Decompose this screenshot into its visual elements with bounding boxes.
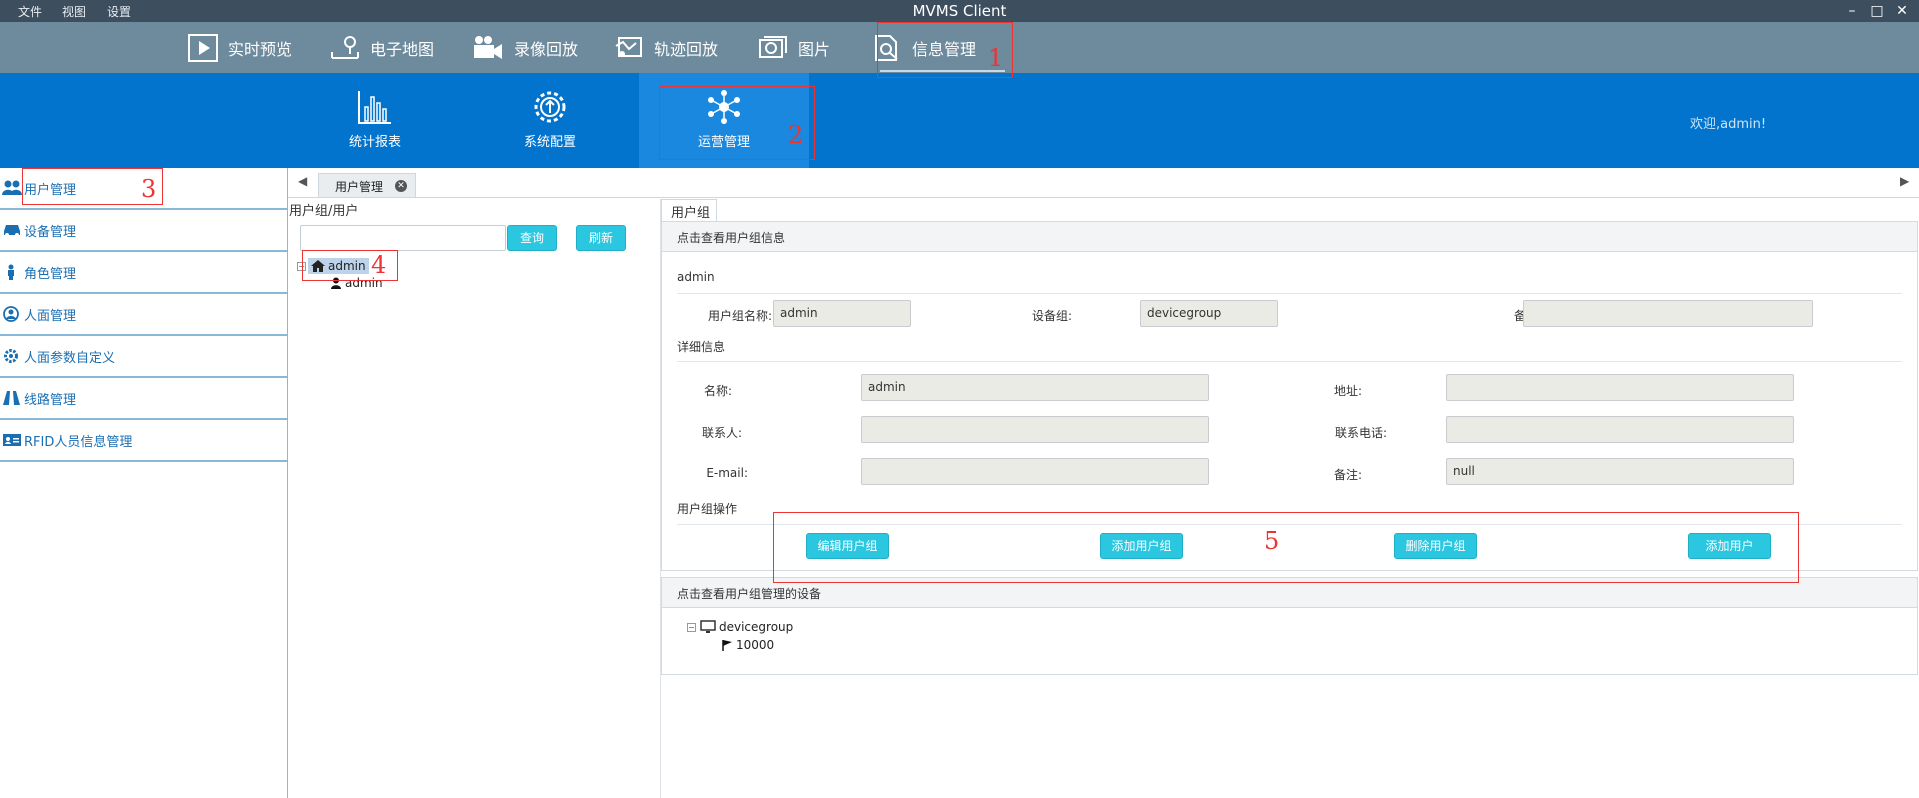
tab-label: 用户管理	[335, 180, 384, 194]
users-icon	[2, 180, 22, 195]
subnav-label: 系统配置	[523, 135, 576, 150]
divider	[677, 293, 1902, 294]
car-icon	[4, 225, 20, 237]
nav-label: 轨迹回放	[654, 40, 719, 59]
sidebar-item-label: RFID人员信息管理	[24, 434, 133, 450]
user-circle-icon	[3, 306, 19, 322]
id-card-icon	[3, 434, 21, 446]
tree-panel-title: 用户组/用户	[289, 204, 359, 219]
tab-user-group[interactable]: 用户组	[661, 199, 717, 221]
person-icon	[8, 264, 14, 280]
play-icon	[188, 34, 218, 62]
group-name-label: 用户组名称:	[707, 309, 772, 323]
tab-scroll-left-icon[interactable]: ◀	[298, 174, 307, 188]
group-name-heading: admin	[677, 270, 715, 284]
address-label: 地址:	[1333, 384, 1362, 398]
road-icon	[3, 391, 20, 405]
remark-field[interactable]	[1523, 300, 1813, 327]
search-input[interactable]	[300, 225, 506, 251]
phone-field[interactable]	[1446, 416, 1794, 443]
sidebar-item-route-management[interactable]: 线路管理	[0, 378, 288, 420]
nav-label: 实时预览	[228, 40, 293, 59]
remark2-label: 备注:	[1333, 468, 1362, 482]
divider	[677, 361, 1902, 362]
contact-label: 联系人:	[701, 426, 742, 440]
content-area: 用户组 点击查看用户组信息 admin 用户组名称: admin 设备组: de…	[661, 199, 1919, 798]
device-tree-group[interactable]: − devicegroup	[687, 620, 793, 634]
nav-track-playback[interactable]: 轨迹回放	[614, 32, 718, 64]
remark2-field[interactable]: null	[1446, 458, 1794, 485]
gear-icon	[4, 349, 18, 363]
sidebar-item-label: 线路管理	[24, 392, 77, 408]
nav-live-preview[interactable]: 实时预览	[188, 32, 292, 64]
tab-close-icon[interactable]: ✕	[395, 180, 407, 192]
nav-label: 图片	[798, 40, 831, 59]
contact-field[interactable]	[861, 416, 1209, 443]
email-field[interactable]	[861, 458, 1209, 485]
sidebar-item-role-management[interactable]: 角色管理	[0, 252, 288, 294]
email-label: E-mail:	[706, 466, 748, 480]
sidebar-item-label: 人面管理	[24, 308, 77, 324]
annotation-number-2: 2	[788, 121, 804, 149]
user-tree-panel: 用户组/用户 查询 刷新 − admin admin	[288, 199, 661, 798]
device-group-field[interactable]: devicegroup	[1140, 300, 1278, 327]
name-field[interactable]: admin	[861, 374, 1209, 401]
annotation-number-1: 1	[988, 44, 1004, 72]
tab-user-management[interactable]: 用户管理 ✕	[318, 173, 416, 197]
subnav-system-config[interactable]: 系统配置	[465, 73, 635, 168]
group-info-header[interactable]: 点击查看用户组信息	[662, 222, 1917, 252]
sub-nav: 统计报表 系统配置 运营管理 欢迎,admin!	[0, 73, 1919, 168]
nav-label: 电子地图	[370, 40, 435, 59]
group-devices-section: 点击查看用户组管理的设备 − devicegroup 10000	[661, 577, 1918, 675]
annotation-number-5: 5	[1264, 527, 1280, 555]
tab-scroll-right-icon[interactable]: ▶	[1900, 174, 1909, 188]
query-button[interactable]: 查询	[507, 225, 557, 251]
sidebar-item-face-management[interactable]: 人面管理	[0, 294, 288, 336]
device-tree-item[interactable]: 10000	[721, 638, 774, 652]
sidebar-item-label: 人面参数自定义	[24, 350, 116, 366]
nav-label: 录像回放	[514, 40, 579, 59]
sidebar-item-face-params[interactable]: 人面参数自定义	[0, 336, 288, 378]
bar-chart-icon	[358, 91, 391, 124]
gear-icon	[534, 91, 566, 123]
name-label: 名称:	[703, 384, 732, 398]
flag-icon	[722, 640, 732, 651]
monitor-icon	[700, 620, 716, 633]
map-pin-icon	[331, 36, 359, 59]
close-icon[interactable]: ✕	[1891, 1, 1913, 21]
annotation-number-3: 3	[141, 175, 157, 203]
tab-bar: ◀ 用户管理 ✕ ▶	[288, 168, 1919, 198]
phone-label: 联系电话:	[1334, 426, 1387, 440]
welcome-text: 欢迎,admin!	[1690, 117, 1767, 132]
sidebar: 用户管理 设备管理 角色管理 人面管理 人面参数自定义 线路管理 RFID人员信…	[0, 168, 288, 798]
nav-emap[interactable]: 电子地图	[330, 32, 434, 64]
device-group-name: devicegroup	[719, 620, 794, 634]
subnav-statistics[interactable]: 统计报表	[290, 73, 460, 168]
picture-icon	[759, 36, 787, 58]
sidebar-item-rfid-management[interactable]: RFID人员信息管理	[0, 420, 288, 462]
sidebar-item-label: 设备管理	[24, 224, 77, 240]
address-field[interactable]	[1446, 374, 1794, 401]
refresh-button[interactable]: 刷新	[576, 225, 626, 251]
nav-playback[interactable]: 录像回放	[472, 32, 578, 64]
maximize-icon[interactable]: □	[1866, 1, 1888, 21]
group-name-field[interactable]: admin	[773, 300, 911, 327]
app-title: MVMS Client	[912, 2, 1007, 20]
device-group-label: 设备组:	[1031, 309, 1072, 323]
minimize-icon[interactable]: –	[1841, 1, 1863, 21]
annotation-box-5	[773, 512, 1799, 583]
sidebar-item-label: 角色管理	[24, 266, 77, 282]
device-item-name: 10000	[736, 638, 775, 652]
track-icon	[615, 37, 642, 57]
collapse-icon[interactable]: −	[687, 622, 696, 632]
video-camera-icon	[474, 36, 502, 59]
detail-heading: 详细信息	[677, 340, 726, 354]
subnav-label: 统计报表	[348, 135, 401, 150]
annotation-number-4: 4	[371, 251, 387, 279]
nav-pictures[interactable]: 图片	[758, 32, 830, 64]
sidebar-item-device-management[interactable]: 设备管理	[0, 210, 288, 252]
title-bar: 文件 视图 设置 MVMS Client – □ ✕	[0, 0, 1919, 22]
ops-heading: 用户组操作	[677, 502, 738, 516]
